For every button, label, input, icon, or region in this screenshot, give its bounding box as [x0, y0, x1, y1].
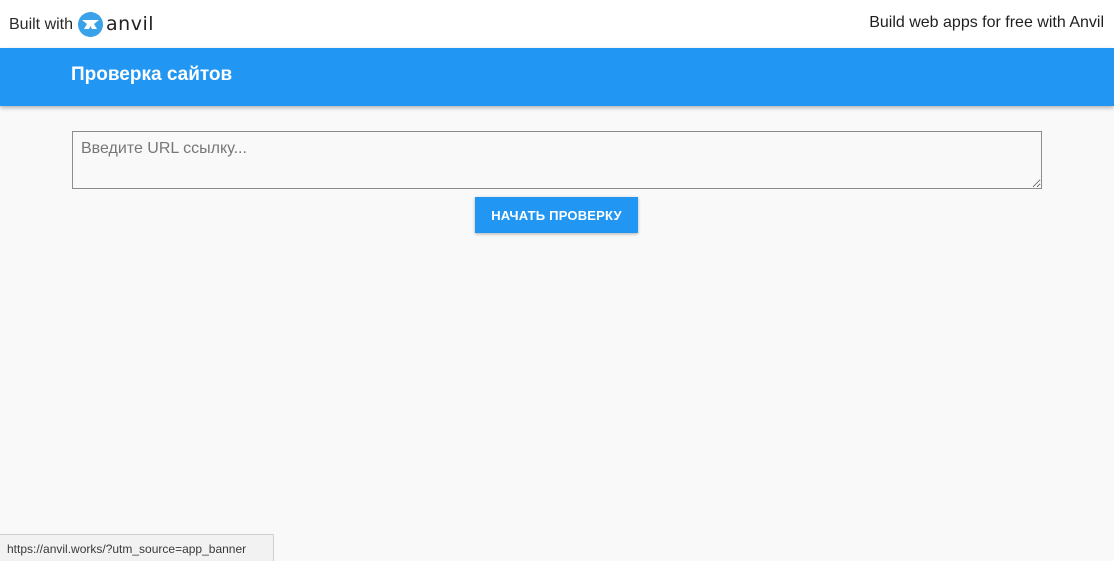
browser-status-bar: https://anvil.works/?utm_source=app_bann…	[0, 534, 274, 561]
build-web-apps-link[interactable]: Build web apps for free with Anvil	[869, 14, 1104, 32]
anvil-logo-icon	[78, 12, 104, 37]
status-bar-url: https://anvil.works/?utm_source=app_bann…	[7, 542, 247, 556]
built-with-label: Built with	[9, 15, 74, 33]
app-header-bar: Проверка сайтов	[0, 48, 1114, 106]
page-title: Проверка сайтов	[71, 64, 233, 85]
url-input[interactable]	[72, 131, 1042, 189]
start-check-button[interactable]: НАЧАТЬ ПРОВЕРКУ	[475, 197, 638, 233]
built-with-anvil-link[interactable]: Built with anvil	[9, 12, 154, 37]
anvil-banner: Built with anvil Build web apps for free…	[0, 0, 1114, 48]
anvil-wordmark: anvil	[106, 12, 155, 35]
